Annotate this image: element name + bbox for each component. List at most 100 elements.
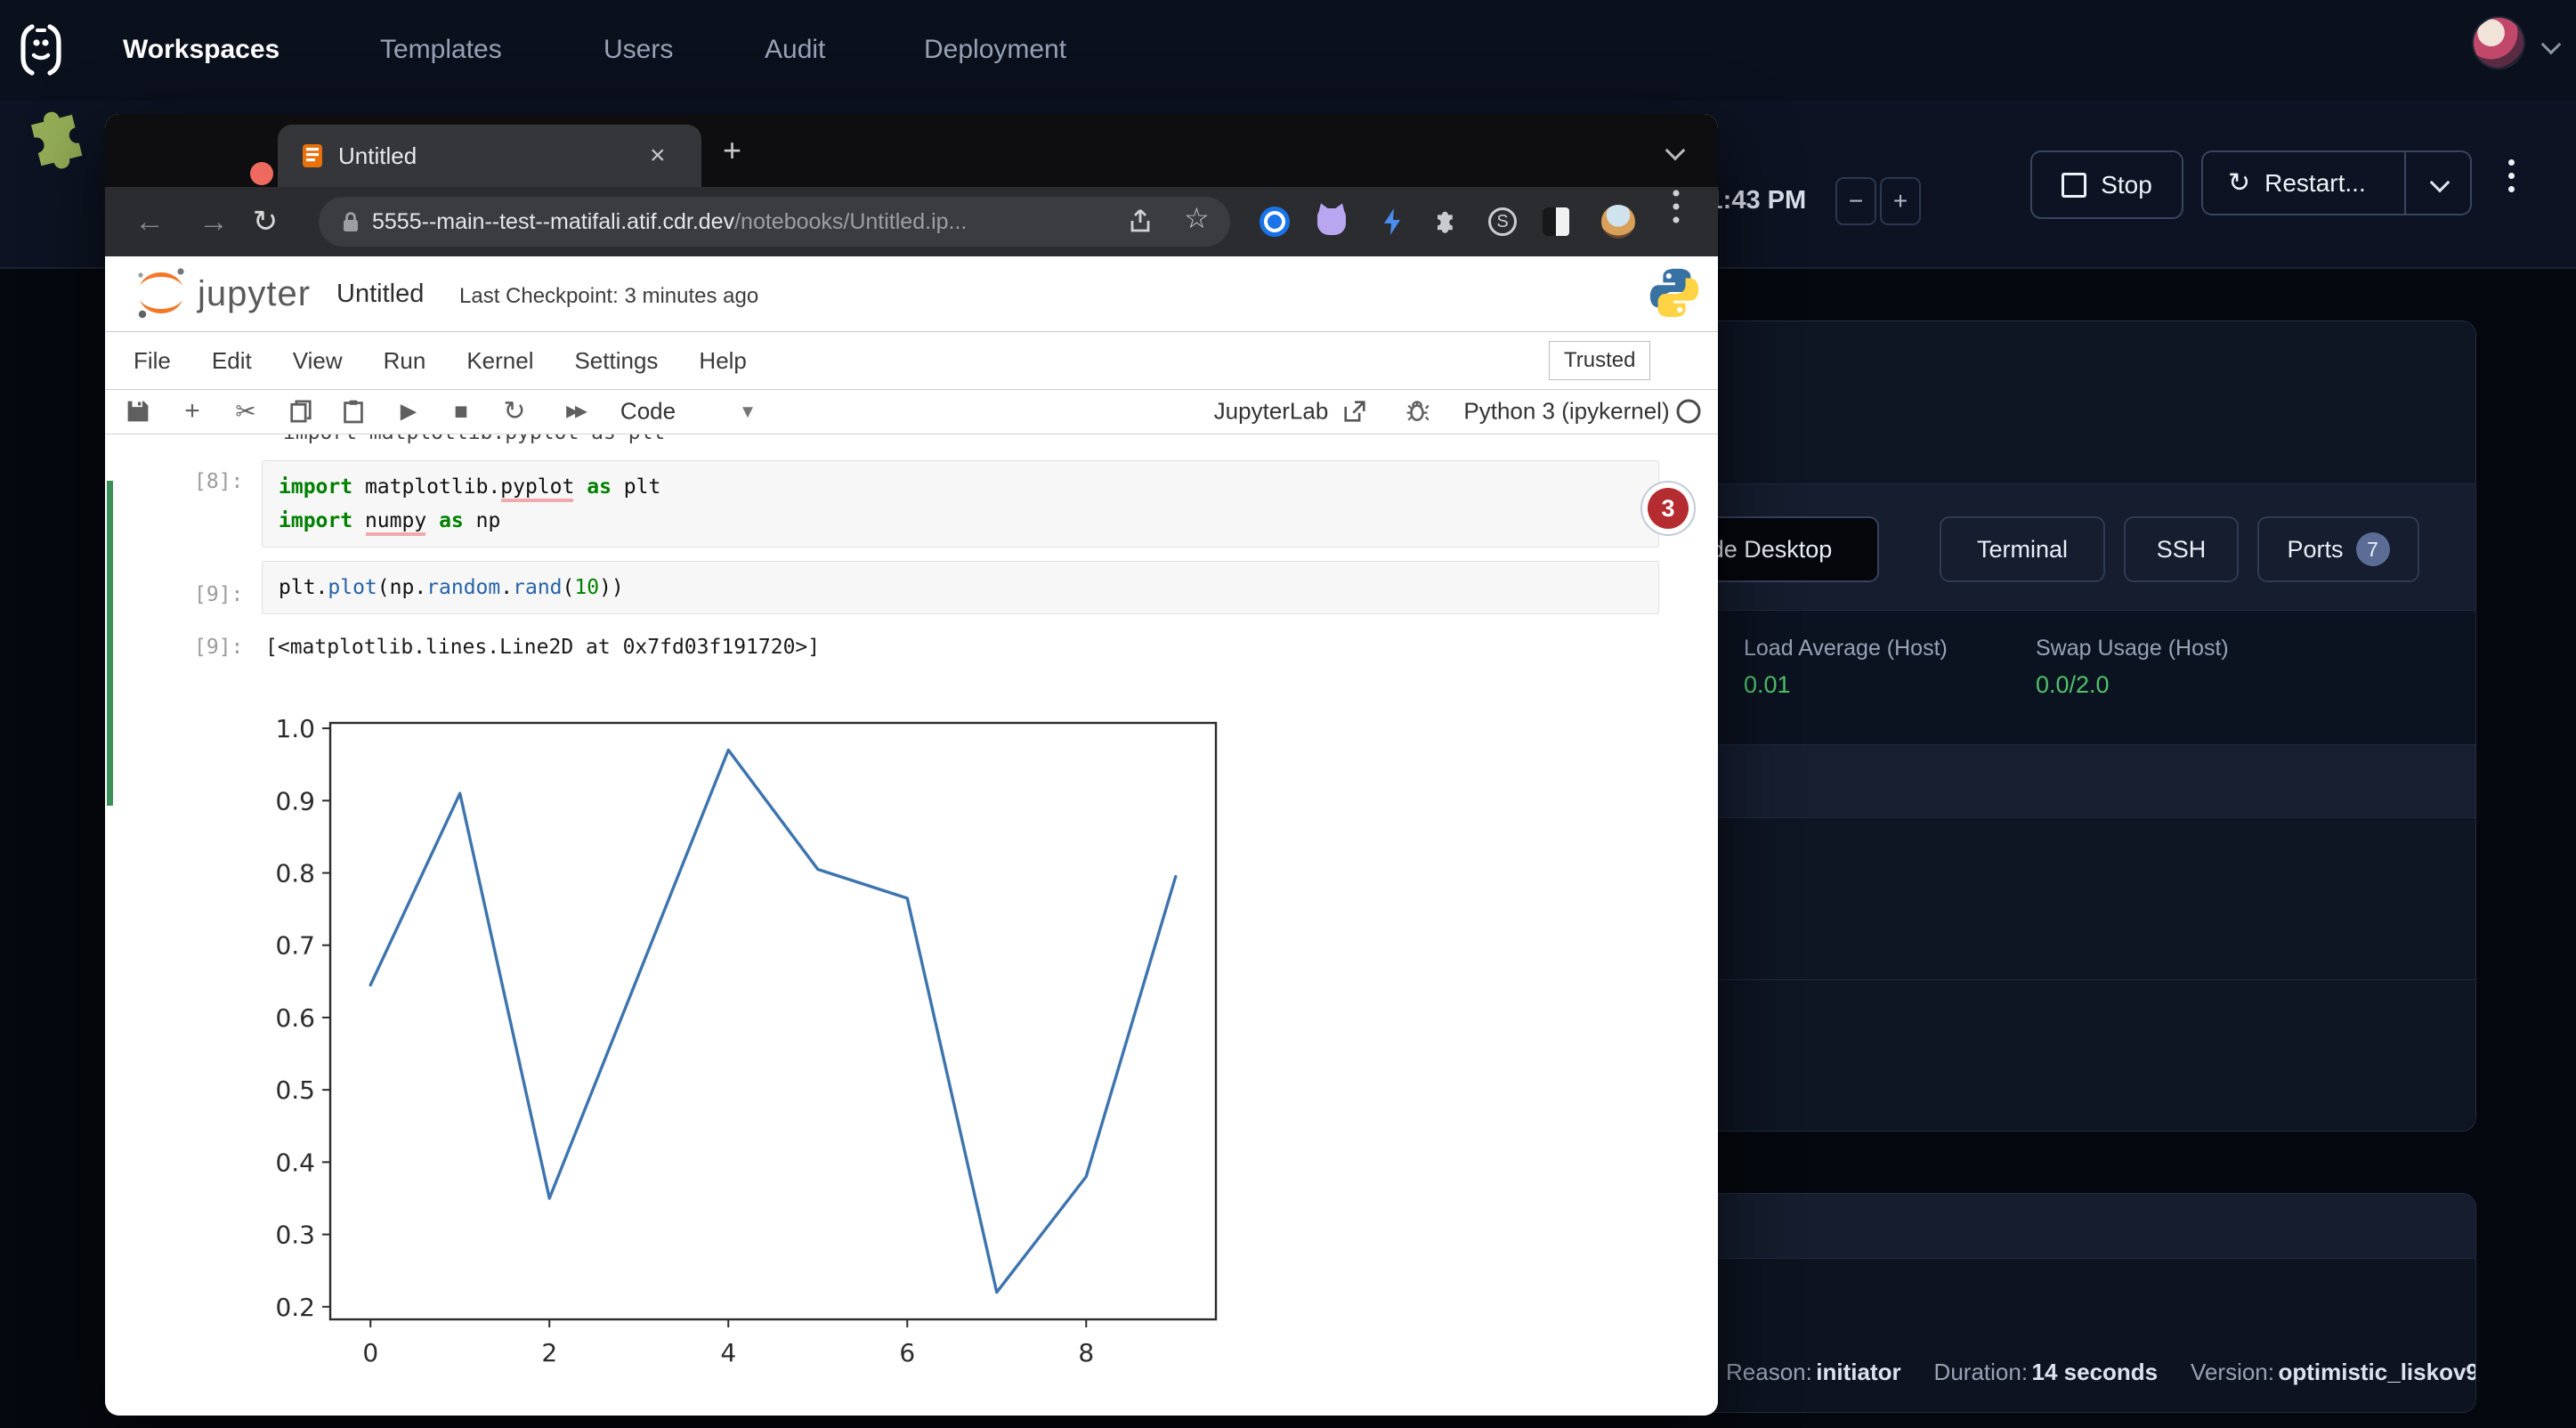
nav-item-workspaces[interactable]: Workspaces <box>123 0 279 99</box>
extension-darkreader-icon[interactable] <box>1543 207 1569 236</box>
browser-url-bar: ← → ↻ 5555--main--test--matifali.atif.cd… <box>105 187 1718 256</box>
jupyter-menubar: File Edit View Run Kernel Settings Help … <box>105 332 1718 390</box>
reload-icon[interactable]: ↻ <box>239 204 292 239</box>
workspace-menu-kebab[interactable] <box>2508 159 2515 192</box>
checkpoint-status: Last Checkpoint: 3 minutes ago <box>459 284 758 309</box>
output-repr-text: [<matplotlib.lines.Line2D at 0x7fd03f191… <box>265 636 820 659</box>
build-version-label: Version: <box>2191 1359 2274 1385</box>
nav-item-deployment[interactable]: Deployment <box>924 0 1066 99</box>
menu-help[interactable]: Help <box>699 347 746 375</box>
build-version-value: optimistic_liskov9 <box>2278 1359 2476 1385</box>
jupyter-logo-icon <box>132 264 190 322</box>
user-avatar[interactable] <box>2474 18 2523 68</box>
chevron-down-icon[interactable] <box>2541 35 2562 55</box>
copy-icon[interactable] <box>290 400 312 423</box>
insert-cell-icon[interactable]: + <box>184 396 200 426</box>
stop-button[interactable]: Stop <box>2030 150 2183 219</box>
extension-github-icon[interactable] <box>1317 208 1346 235</box>
ports-button[interactable]: Ports 7 <box>2257 516 2419 582</box>
jupyterlab-link[interactable]: JupyterLab <box>1214 398 1329 426</box>
cell-type-dropdown-icon[interactable]: ▾ <box>742 399 753 425</box>
bookmark-star-icon[interactable]: ☆ <box>1184 201 1210 235</box>
save-icon[interactable] <box>126 400 150 423</box>
menu-file[interactable]: File <box>134 347 171 375</box>
jupyter-toolbar: + ✂ ▶ ■ ↻ ▶▶ Code ▾ JupyterLab <box>105 390 1718 434</box>
url-host: 5555--main--test--matifali.atif.cdr.dev <box>372 209 734 234</box>
stop-label: Stop <box>2101 171 2152 199</box>
build-reason-label: Reason: <box>1726 1359 1812 1385</box>
external-link-icon <box>1344 401 1365 422</box>
browser-tab[interactable]: Untitled × <box>278 125 701 187</box>
cut-icon[interactable]: ✂ <box>235 397 255 426</box>
nav-item-templates[interactable]: Templates <box>380 0 502 99</box>
svg-text:0.2: 0.2 <box>276 1293 315 1322</box>
browser-tab-strip: Untitled × + <box>105 114 1718 187</box>
svg-text:0.7: 0.7 <box>276 931 315 961</box>
kernel-name[interactable]: Python 3 (ipykernel) <box>1463 398 1669 426</box>
back-icon[interactable]: ← <box>123 205 176 239</box>
svg-text:0.3: 0.3 <box>276 1221 315 1250</box>
svg-text:2: 2 <box>541 1338 557 1367</box>
terminal-button[interactable]: Terminal <box>1940 516 2105 582</box>
cell8-line1: import matplotlib.pyplot as plt <box>279 470 1642 504</box>
cell9-line1: plt.plot(np.random.rand(10)) <box>279 571 1642 604</box>
python-logo-icon <box>1647 265 1702 320</box>
svg-text:0.9: 0.9 <box>276 786 315 815</box>
svg-text:0.5: 0.5 <box>276 1075 315 1105</box>
load-average-label: Load Average (Host) <box>1744 636 1948 661</box>
menu-edit[interactable]: Edit <box>212 347 252 375</box>
window-close-button[interactable] <box>250 162 273 185</box>
matplotlib-line-chart: 024680.20.30.40.50.60.70.80.91.0 <box>276 705 1219 1408</box>
menu-run[interactable]: Run <box>384 347 426 375</box>
cell8-input[interactable]: import matplotlib.pyplot as plt import n… <box>262 460 1659 548</box>
extension-1password-icon[interactable] <box>1260 207 1290 237</box>
build-reason-value: initiator <box>1816 1359 1900 1385</box>
coder-logo-icon[interactable] <box>16 20 66 80</box>
run-all-icon[interactable]: ▶▶ <box>566 402 584 421</box>
ssh-button[interactable]: SSH <box>2124 516 2239 582</box>
notebook-title[interactable]: Untitled <box>336 280 424 309</box>
menu-settings[interactable]: Settings <box>574 347 658 375</box>
restart-kernel-icon[interactable]: ↻ <box>503 396 525 427</box>
cell9-input[interactable]: plt.plot(np.random.rand(10)) <box>262 561 1659 614</box>
svg-text:6: 6 <box>899 1338 915 1367</box>
schedule-increase-button[interactable]: + <box>1880 177 1921 225</box>
tab-close-icon[interactable]: × <box>650 141 666 171</box>
run-cell-icon[interactable]: ▶ <box>401 399 417 425</box>
paste-icon[interactable] <box>343 399 364 424</box>
url-path: /notebooks/Untitled.ip... <box>734 209 967 234</box>
ssh-label: SSH <box>2157 536 2207 564</box>
jupyter-header: jupyter Untitled Last Checkpoint: 3 minu… <box>105 256 1718 332</box>
stop-icon <box>2062 173 2086 198</box>
extensions-puzzle-icon[interactable] <box>1432 207 1461 236</box>
interrupt-kernel-icon[interactable]: ■ <box>454 398 468 426</box>
trusted-button[interactable]: Trusted <box>1549 341 1650 380</box>
svg-text:4: 4 <box>720 1338 736 1367</box>
menu-view[interactable]: View <box>293 347 343 375</box>
tab-search-chevron-icon[interactable] <box>1665 141 1686 161</box>
menu-kernel[interactable]: Kernel <box>466 347 533 375</box>
run-badge-count: 3 <box>1648 488 1689 529</box>
browser-menu-kebab[interactable] <box>1673 191 1680 223</box>
lock-icon <box>342 210 360 233</box>
cell-type-select[interactable]: Code <box>620 398 676 426</box>
build-duration-label: Duration: <box>1934 1359 2029 1385</box>
schedule-decrease-button[interactable]: − <box>1835 177 1876 225</box>
new-tab-button[interactable]: + <box>723 132 741 169</box>
notebook-favicon <box>301 142 324 169</box>
address-bar[interactable]: 5555--main--test--matifali.atif.cdr.dev/… <box>319 197 1230 247</box>
share-icon[interactable] <box>1129 208 1152 235</box>
browser-profile-avatar[interactable] <box>1601 205 1635 239</box>
coder-top-nav: Workspaces Templates Users Audit Deploym… <box>0 0 2576 102</box>
forward-icon[interactable]: → <box>187 205 240 239</box>
svg-text:0.8: 0.8 <box>276 859 315 888</box>
cell8-prompt: [8]: <box>194 470 243 493</box>
restart-label: Restart... <box>2264 169 2366 198</box>
extension-lightning-icon[interactable] <box>1381 207 1404 237</box>
tab-title: Untitled <box>338 142 417 170</box>
nav-item-audit[interactable]: Audit <box>765 0 825 99</box>
screen: Workspaces Templates Users Audit Deploym… <box>0 0 2576 1428</box>
extension-stylus-icon[interactable]: S <box>1488 207 1517 236</box>
debugger-bug-icon[interactable] <box>1405 400 1429 423</box>
nav-item-users[interactable]: Users <box>603 0 673 99</box>
